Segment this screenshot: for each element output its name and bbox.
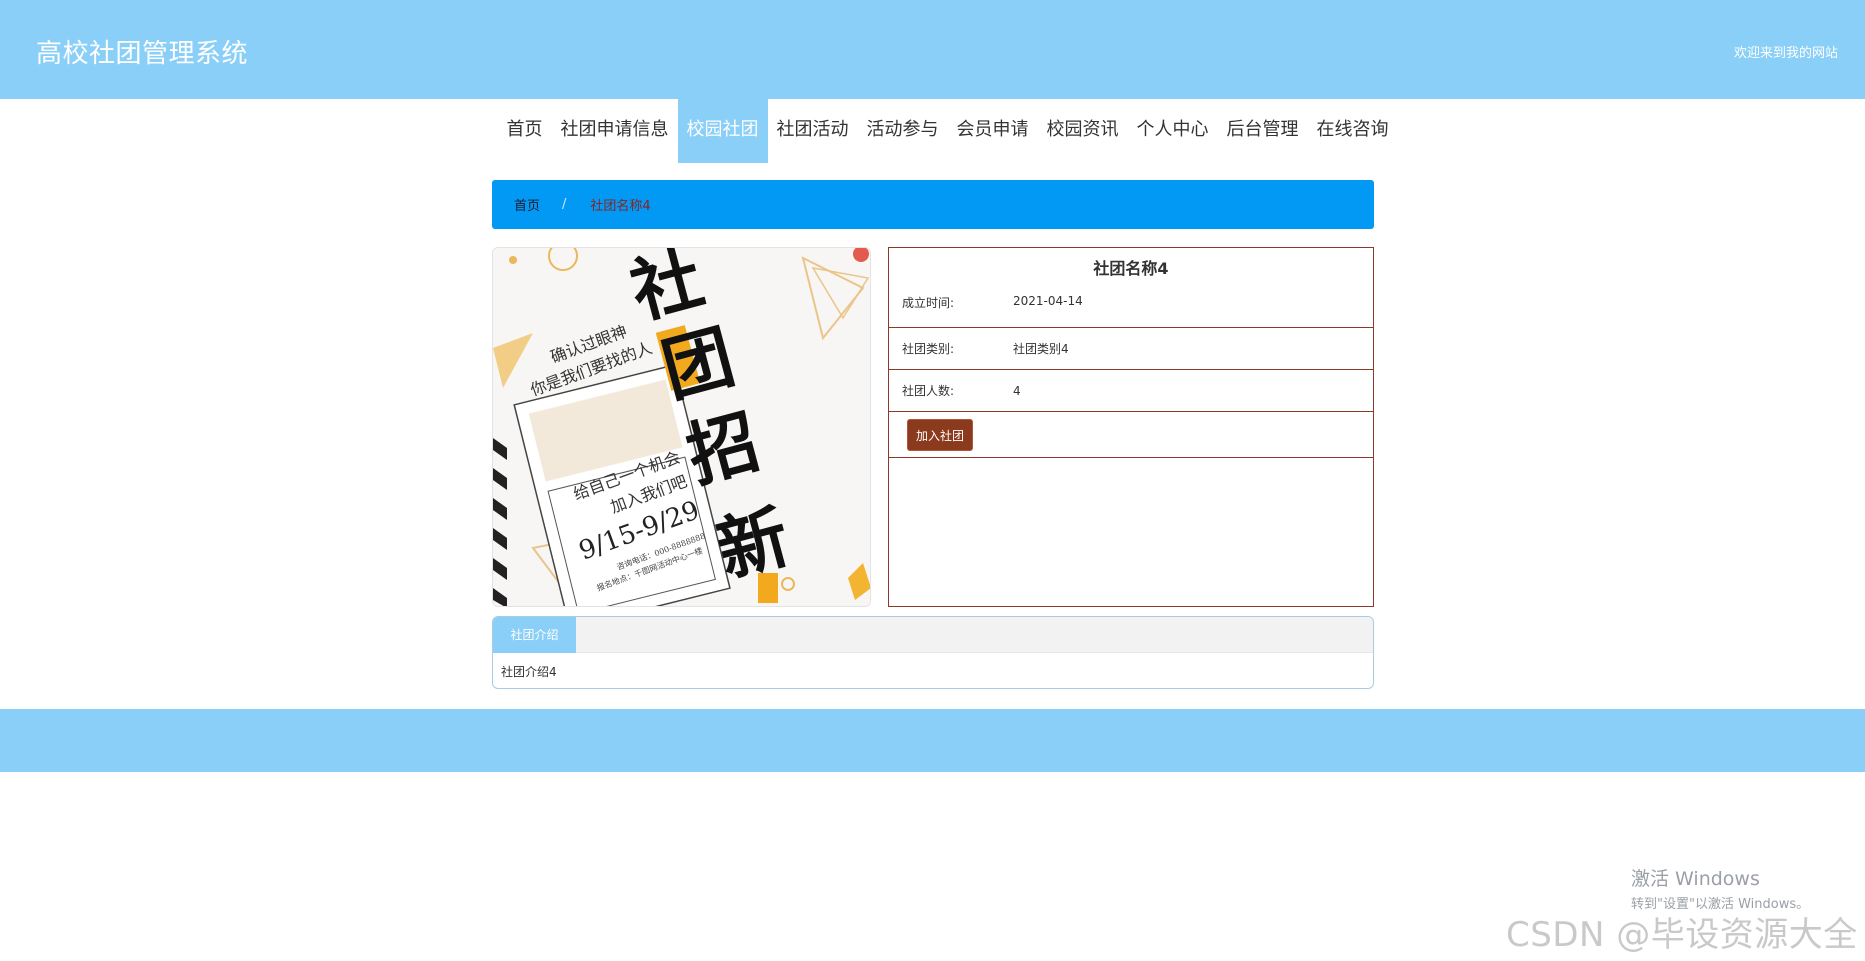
nav-item-campus-clubs[interactable]: 校园社团 xyxy=(677,99,768,163)
footer xyxy=(0,709,1865,772)
nav-items: 首页 社团申请信息 校园社团 社团活动 活动参与 会员申请 校园资讯 个人中心 … xyxy=(498,99,1398,163)
nav-item-club-activities[interactable]: 社团活动 xyxy=(768,99,858,163)
nav-item-activity-participation[interactable]: 活动参与 xyxy=(858,99,948,163)
detail-row-actions: 加入社团 xyxy=(889,412,1373,458)
nav-item-campus-news[interactable]: 校园资讯 xyxy=(1038,99,1128,163)
windows-activation-line1: 激活 Windows xyxy=(1631,868,1760,890)
windows-activation-watermark: 激活 Windows 转到"设置"以激活 Windows。 xyxy=(1631,864,1809,912)
club-poster-image: 确认过眼神 你是我们要找的人 给自己一个机会 加入我们吧 9/15-9/29 咨… xyxy=(492,247,871,607)
club-name-title: 社团名称4 xyxy=(1093,259,1169,278)
breadcrumb: 首页 / 社团名称4 xyxy=(492,180,1374,229)
nav-item-admin[interactable]: 后台管理 xyxy=(1218,99,1308,163)
club-detail-panel: 社团名称4 成立时间: 2021-04-14 社团类别: 社团类别4 社团人数:… xyxy=(888,247,1374,607)
nav-item-personal-center[interactable]: 个人中心 xyxy=(1128,99,1218,163)
member-count-value: 4 xyxy=(1013,383,1021,398)
header: 高校社团管理系统 欢迎来到我的网站 xyxy=(0,0,1865,99)
breadcrumb-current: 社团名称4 xyxy=(590,199,651,214)
club-intro-panel: 社团介绍 社团介绍4 xyxy=(492,616,1374,689)
breadcrumb-separator: / xyxy=(562,197,567,212)
intro-tabbar: 社团介绍 xyxy=(493,617,1373,653)
category-label: 社团类别: xyxy=(902,342,955,356)
nav-item-home[interactable]: 首页 xyxy=(498,99,552,163)
breadcrumb-home-link[interactable]: 首页 xyxy=(514,195,540,214)
detail-row-founded: 成立时间: 2021-04-14 xyxy=(889,290,1373,328)
member-count-label: 社团人数: xyxy=(902,384,955,398)
site-title: 高校社团管理系统 xyxy=(36,39,249,69)
tab-club-intro[interactable]: 社团介绍 xyxy=(493,617,576,653)
category-value: 社团类别4 xyxy=(1013,342,1069,356)
founded-value: 2021-04-14 xyxy=(1013,294,1083,308)
nav-item-club-application-info[interactable]: 社团申请信息 xyxy=(552,99,678,163)
founded-label: 成立时间: xyxy=(902,296,955,310)
nav-item-online-consult[interactable]: 在线咨询 xyxy=(1308,99,1398,163)
join-club-button[interactable]: 加入社团 xyxy=(907,418,974,451)
nav-item-member-application[interactable]: 会员申请 xyxy=(948,99,1038,163)
main-nav: 首页 社团申请信息 校园社团 社团活动 活动参与 会员申请 校园资讯 个人中心 … xyxy=(0,99,1865,163)
page: 高校社团管理系统 欢迎来到我的网站 首页 社团申请信息 校园社团 社团活动 活动… xyxy=(0,0,1865,961)
detail-row-category: 社团类别: 社团类别4 xyxy=(889,328,1373,370)
detail-row-member-count: 社团人数: 4 xyxy=(889,370,1373,412)
club-intro-content: 社团介绍4 xyxy=(501,665,557,679)
csdn-watermark: CSDN @毕设资源大全 xyxy=(1506,915,1858,955)
welcome-text: 欢迎来到我的网站 xyxy=(1733,46,1838,61)
